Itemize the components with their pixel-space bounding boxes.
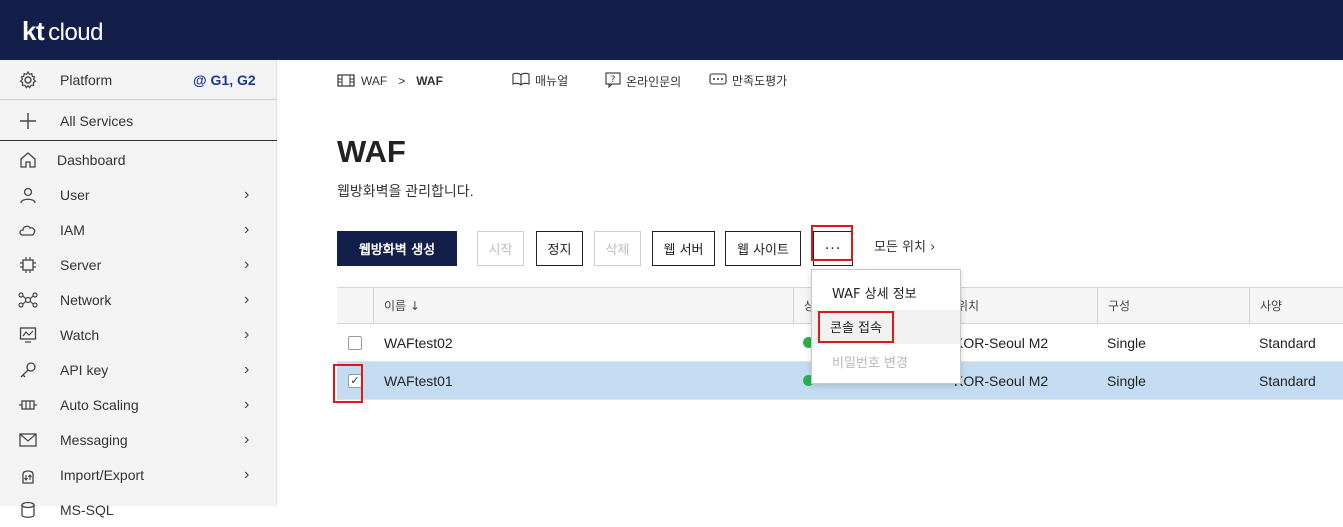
rating-icon — [709, 73, 727, 88]
console-access-label: 콘솔 접속 — [818, 311, 894, 343]
sidebar-item-watch[interactable]: Watch › — [0, 317, 277, 352]
sidebar-platform[interactable]: Platform @ G1, G2 — [0, 60, 277, 100]
menu-item-console-access[interactable]: 콘솔 접속 — [812, 310, 960, 344]
column-location-header[interactable]: 위치 — [947, 288, 1097, 323]
survey-label: 만족도평가 — [732, 74, 788, 88]
menu-item-waf-details[interactable]: WAF 상세 정보 — [812, 275, 960, 309]
breadcrumb: WAF > WAF — [337, 72, 443, 90]
sidebar-item-label: Network — [60, 291, 112, 308]
row-spec: Standard — [1259, 373, 1316, 389]
sidebar-item-import-export[interactable]: Import/Export › — [0, 457, 277, 492]
sidebar-item-user[interactable]: User › — [0, 177, 277, 212]
top-header: kt cloud — [0, 0, 1343, 60]
book-icon — [512, 72, 530, 89]
svg-text:?: ? — [611, 75, 616, 85]
sidebar-item-api-key[interactable]: API key › — [0, 352, 277, 387]
chevron-right-icon: › — [244, 465, 250, 483]
all-services-label: All Services — [60, 112, 134, 129]
chevron-right-icon: › — [244, 290, 250, 308]
user-icon — [18, 185, 38, 205]
platform-label: Platform — [60, 71, 113, 88]
manual-label: 매뉴얼 — [535, 74, 569, 88]
logo-cloud: cloud — [48, 19, 103, 46]
row-name: WAFtest02 — [384, 335, 453, 351]
logo-kt: kt — [22, 16, 45, 46]
question-icon: ? — [605, 72, 621, 91]
sidebar-item-label: Import/Export — [60, 466, 145, 483]
chevron-right-icon: › — [244, 325, 250, 343]
inquiry-link[interactable]: ? 온라인문의 — [605, 72, 681, 91]
sidebar-item-auto-scaling[interactable]: Auto Scaling › — [0, 387, 277, 422]
sidebar-item-server[interactable]: Server › — [0, 247, 277, 282]
sidebar-item-network[interactable]: Network › — [0, 282, 277, 317]
chevron-right-icon: › — [244, 220, 250, 238]
row-name: WAFtest01 — [384, 373, 453, 389]
web-server-button[interactable]: 웹 서버 — [652, 231, 715, 266]
survey-link[interactable]: 만족도평가 — [709, 72, 787, 89]
monitor-icon — [18, 325, 38, 345]
column-config-header[interactable]: 구성 — [1097, 288, 1249, 323]
plus-icon — [18, 111, 38, 131]
database-icon — [18, 500, 38, 520]
import-export-icon — [18, 465, 38, 485]
sidebar-item-label: Server — [60, 256, 102, 273]
building-icon — [337, 73, 355, 90]
start-button[interactable]: 시작 — [477, 231, 524, 266]
chevron-right-icon: › — [244, 430, 250, 448]
inquiry-label: 온라인문의 — [626, 75, 682, 89]
chevron-right-icon: › — [244, 255, 250, 273]
chevron-right-icon: › — [244, 360, 250, 378]
sidebar-item-label: MS-SQL — [60, 501, 114, 518]
scaling-icon — [18, 395, 38, 415]
sidebar-item-dashboard[interactable]: Dashboard — [0, 142, 277, 177]
breadcrumb-separator: > — [398, 74, 406, 88]
row-checkbox[interactable] — [348, 336, 362, 350]
row-config: Single — [1107, 373, 1146, 389]
sidebar-item-label: Auto Scaling — [60, 396, 139, 413]
all-locations-link[interactable]: 모든 위치 › — [874, 236, 935, 255]
sidebar-item-iam[interactable]: IAM › — [0, 212, 277, 247]
chip-icon — [18, 255, 38, 275]
menu-item-change-password[interactable]: 비밀번호 변경 — [812, 344, 960, 378]
delete-button[interactable]: 삭제 — [594, 231, 641, 266]
chevron-right-icon: › — [244, 395, 250, 413]
stop-button[interactable]: 정지 — [536, 231, 583, 266]
breadcrumb-root[interactable]: WAF — [361, 74, 387, 88]
more-actions-menu: WAF 상세 정보 콘솔 접속 비밀번호 변경 — [811, 269, 961, 384]
column-name-header[interactable]: 이름 ↓ — [373, 288, 793, 323]
chevron-right-icon: › — [244, 185, 250, 203]
highlight-more-button — [811, 225, 853, 261]
create-waf-button[interactable]: 웹방화벽 생성 — [337, 231, 457, 266]
mail-icon — [18, 430, 38, 450]
row-location: KOR-Seoul M2 — [954, 373, 1049, 389]
column-spec-header[interactable]: 사양 — [1249, 288, 1343, 323]
row-spec: Standard — [1259, 335, 1316, 351]
sidebar-all-services[interactable]: All Services — [0, 101, 277, 141]
breadcrumb-current: WAF — [416, 74, 443, 88]
row-config: Single — [1107, 335, 1146, 351]
row-location: KOR-Seoul M2 — [954, 335, 1049, 351]
sidebar-item-label: Watch — [60, 326, 100, 343]
gear-icon — [18, 70, 38, 90]
sidebar-item-label: IAM — [60, 221, 85, 238]
sidebar-item-messaging[interactable]: Messaging › — [0, 422, 277, 457]
page-subtitle: 웹방화벽을 관리합니다. — [337, 183, 474, 199]
sidebar: Platform @ G1, G2 All Services Dashboard… — [0, 60, 277, 518]
sidebar-item-label: User — [60, 186, 90, 203]
kt-cloud-logo[interactable]: kt cloud — [22, 16, 103, 47]
key-icon — [18, 360, 38, 380]
sidebar-item-ms-sql[interactable]: MS-SQL — [0, 492, 277, 527]
platform-group[interactable]: @ G1, G2 — [193, 72, 256, 88]
network-icon — [18, 290, 38, 310]
highlight-checkbox — [333, 364, 363, 403]
cloud-icon — [18, 220, 38, 240]
sidebar-item-label: API key — [60, 361, 109, 378]
home-icon — [18, 150, 38, 170]
sidebar-item-label: Messaging — [60, 431, 128, 448]
sidebar-item-label: Dashboard — [57, 151, 126, 168]
web-site-button[interactable]: 웹 사이트 — [725, 231, 801, 266]
manual-link[interactable]: 매뉴얼 — [512, 72, 568, 89]
page-title: WAF — [337, 134, 406, 169]
